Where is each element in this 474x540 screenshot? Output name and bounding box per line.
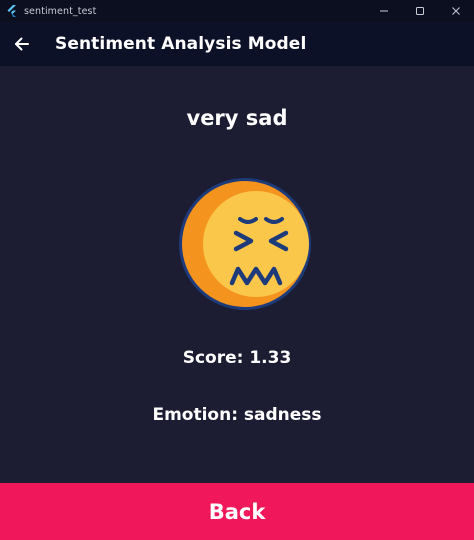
score-text: Score: 1.33 <box>182 348 292 368</box>
window-title: sentiment_test <box>24 5 97 17</box>
confounded-face-icon <box>179 178 311 310</box>
flutter-logo-icon <box>7 5 16 17</box>
maximize-button[interactable] <box>402 0 438 22</box>
sentiment-label: very sad <box>186 106 288 130</box>
back-button[interactable]: Back <box>0 483 474 540</box>
window-controls <box>366 0 474 22</box>
arrow-left-icon <box>15 37 29 51</box>
app-bar: Sentiment Analysis Model <box>0 22 474 66</box>
close-button[interactable] <box>438 0 474 22</box>
minimize-icon <box>380 10 388 12</box>
app-window: sentiment_test Sentiment Analysis Model … <box>0 0 474 540</box>
os-title-bar: sentiment_test <box>0 0 474 22</box>
close-icon <box>452 7 460 15</box>
emotion-text: Emotion: sadness <box>152 405 322 425</box>
page-title: Sentiment Analysis Model <box>55 34 307 54</box>
maximize-icon <box>416 7 424 15</box>
back-arrow-button[interactable] <box>11 33 33 55</box>
minimize-button[interactable] <box>366 0 402 22</box>
